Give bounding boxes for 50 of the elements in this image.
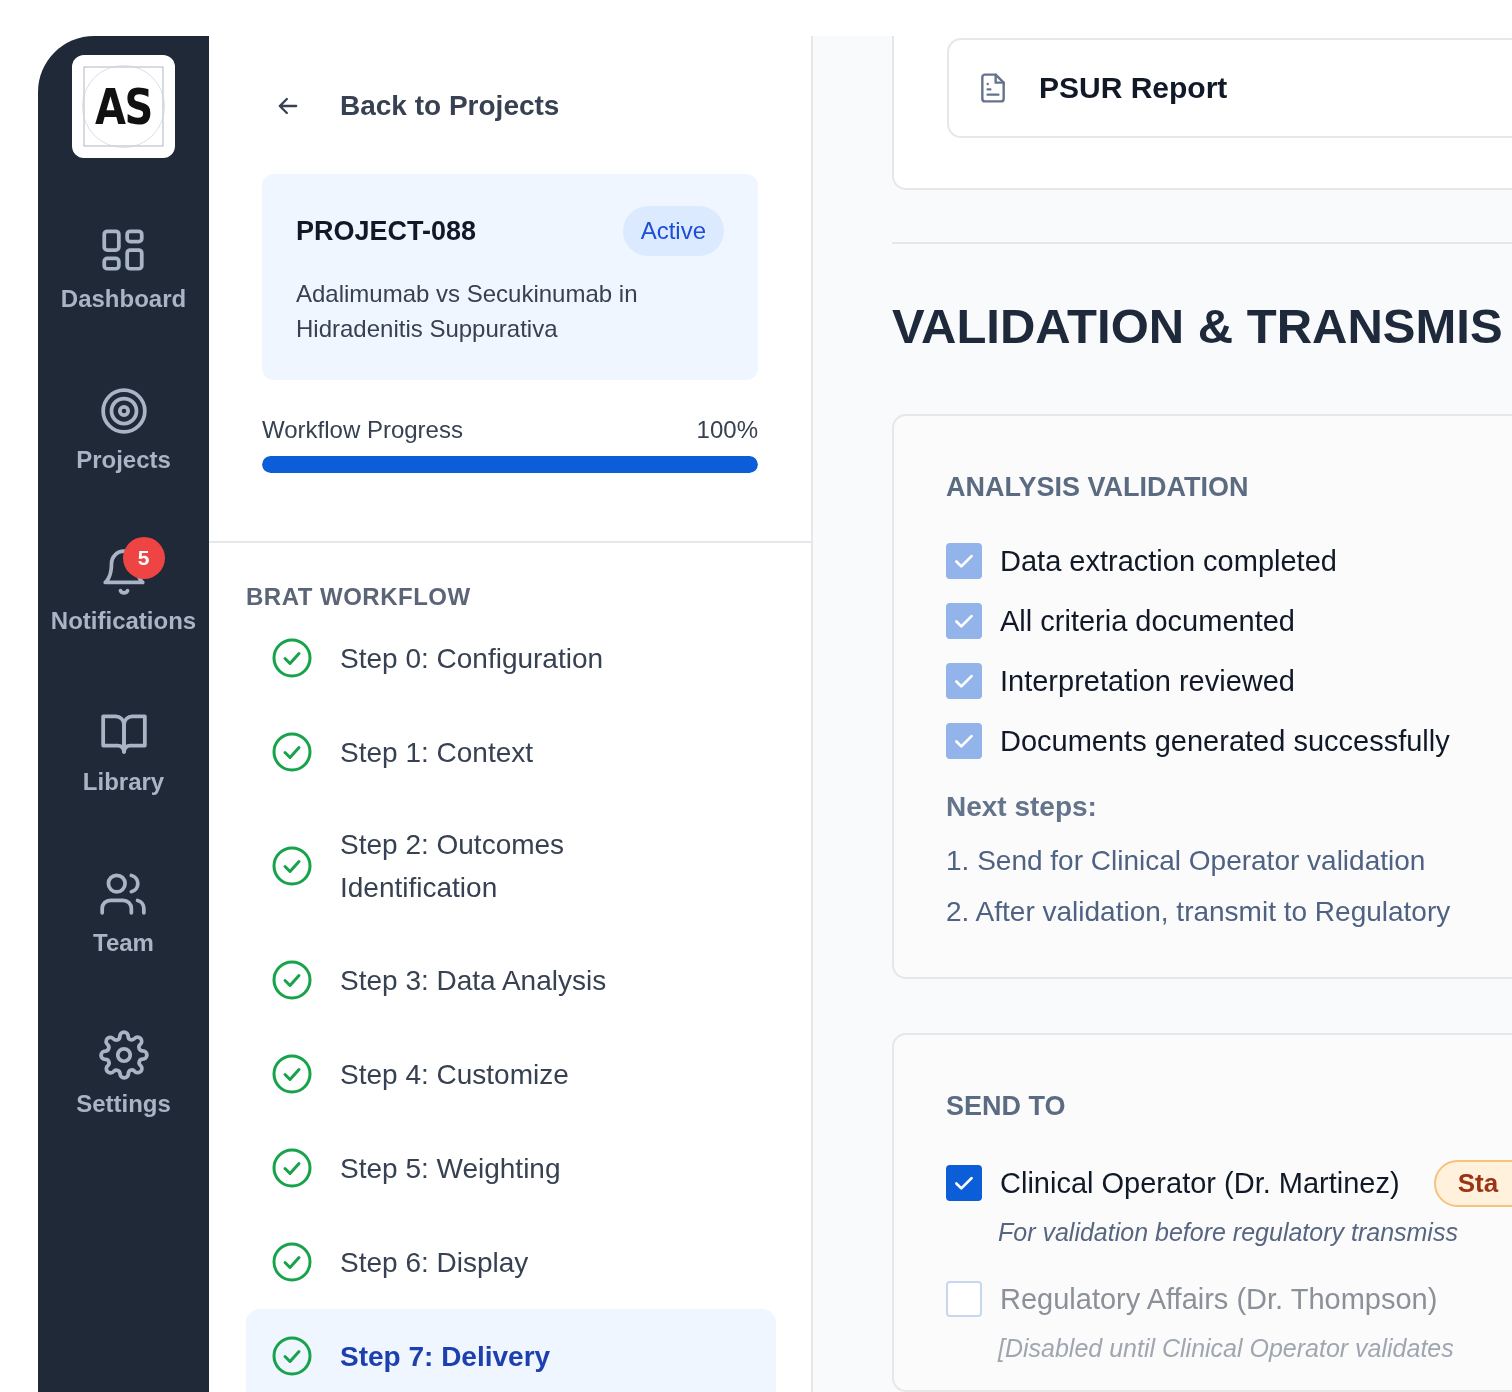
check-circle-icon [272, 960, 312, 1000]
check-circle-icon [272, 638, 312, 678]
check-circle-icon [272, 1336, 312, 1376]
workflow-step[interactable]: Step 0: Configuration [246, 611, 776, 705]
nav-item[interactable]: Projects [76, 372, 171, 533]
checkbox[interactable] [946, 1165, 982, 1201]
progress-label: Workflow Progress [262, 416, 463, 444]
workflow-step[interactable]: Step 6: Display [246, 1215, 776, 1309]
logo[interactable]: AS [72, 55, 175, 158]
nav-item[interactable]: 5 Notifications [50, 533, 197, 694]
checkbox-label: Data extraction completed [1000, 544, 1337, 578]
checkbox-label: Interpretation reviewed [1000, 664, 1295, 698]
check-circle-icon [272, 1148, 312, 1188]
workflow-step[interactable]: Step 2: Outcomes Identification [246, 799, 776, 933]
checkbox-label: Documents generated successfully [1000, 724, 1450, 758]
section-title: BRAT WORKFLOW [246, 583, 472, 611]
recipient-name: Regulatory Affairs (Dr. Thompson) [1000, 1282, 1438, 1316]
workflow-step[interactable]: Step 4: Customize [246, 1027, 776, 1121]
workflow-step[interactable]: Step 5: Weighting [246, 1121, 776, 1215]
recipient-note: [Disabled until Clinical Operator validates [998, 1334, 1455, 1364]
page-heading: VALIDATION & TRANSMIS [892, 298, 1504, 355]
progress-value: 100% [696, 416, 758, 444]
nav-item[interactable]: Team [93, 855, 154, 1016]
recipient-name: Clinical Operator (Dr. Martinez) [1000, 1166, 1400, 1200]
next-step: 2. After validation, transmit to Regulatory [946, 886, 1512, 937]
next-step: 1. Send for Clinical Operator validation [946, 835, 1512, 886]
notification-badge: 5 [122, 537, 165, 579]
section-title: SEND TO [946, 1091, 1067, 1122]
project-title: Adalimumab vs Secukinumab in Hidradenitis Suppurativa [296, 279, 639, 344]
check-circle-icon [272, 732, 312, 772]
next-steps-title: Next steps: [946, 791, 1098, 823]
nav-item[interactable]: Settings [76, 1016, 171, 1177]
workflow-step[interactable]: Step 7: Delivery [246, 1309, 776, 1392]
nav-item[interactable]: Library [82, 694, 165, 855]
workflow-step[interactable]: Step 3: Data Analysis [246, 933, 776, 1027]
settings-icon [98, 1030, 149, 1080]
recipient-note: For validation before regulatory transmiss [998, 1218, 1459, 1248]
status-badge: Active [622, 206, 724, 256]
nav-item[interactable]: Dashboard [60, 211, 187, 372]
report-item[interactable]: PSUR Report [947, 38, 1512, 138]
checkbox-label: All criteria documented [1000, 604, 1295, 638]
section-title: ANALYSIS VALIDATION [946, 472, 1250, 503]
target-icon [98, 386, 149, 436]
back-link[interactable]: Back to Projects [274, 90, 811, 122]
status-badge: Sta [1433, 1159, 1512, 1207]
project-id: PROJECT-088 [296, 215, 477, 247]
check-circle-icon [272, 1242, 312, 1282]
workflow-step[interactable]: Step 1: Context [246, 705, 776, 799]
check-circle-icon [272, 846, 312, 886]
check-circle-icon [272, 1054, 312, 1094]
